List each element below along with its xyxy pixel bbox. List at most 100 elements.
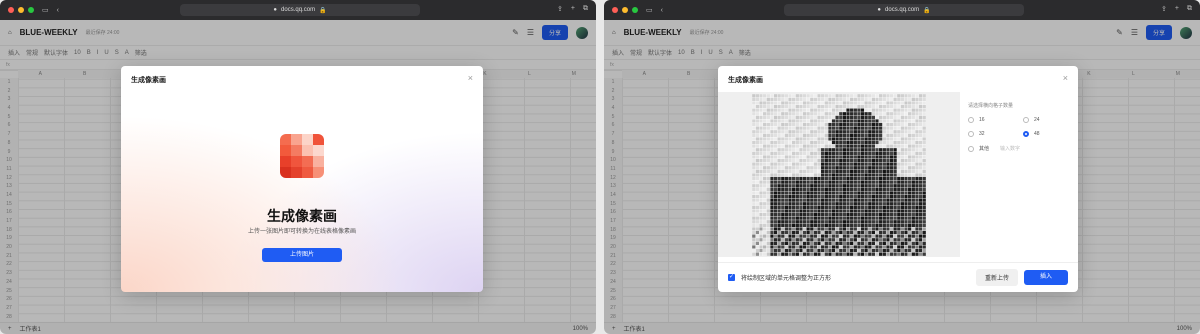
close-icon[interactable]: × (468, 73, 473, 83)
pixel-cell (788, 147, 793, 152)
sidebar-toggle-icon[interactable]: ▭ (42, 6, 49, 14)
option-16[interactable]: 16 (968, 117, 1023, 123)
pixel-cell (780, 144, 785, 149)
maximize-window-icon[interactable] (632, 7, 638, 13)
pixel-cell (809, 252, 814, 256)
pixel-cell (842, 97, 847, 102)
pixel-cell (849, 248, 854, 253)
share-icon[interactable]: ⇪ (557, 5, 563, 13)
radio-icon[interactable] (968, 131, 974, 137)
pixel-cell (755, 241, 760, 246)
pixel-cell (769, 187, 774, 192)
radio-icon[interactable] (968, 117, 974, 123)
checkbox-checked-icon[interactable]: ✓ (728, 274, 735, 281)
square-cells-label[interactable]: 将绘制区域的单元格调整为正方形 (741, 273, 831, 282)
minimize-window-icon[interactable] (18, 7, 24, 13)
pixel-cell (835, 155, 840, 159)
reupload-button[interactable]: 重新上传 (975, 269, 1018, 286)
pixel-cell (918, 158, 923, 163)
minimize-window-icon[interactable] (622, 7, 628, 13)
pixel-cell (893, 140, 898, 145)
pixel-cell (777, 234, 782, 239)
pixel-cell (788, 194, 793, 199)
pixel-cell (752, 245, 756, 249)
radio-icon[interactable] (968, 145, 974, 152)
tabs-icon[interactable]: ⧉ (1187, 5, 1192, 13)
close-icon[interactable]: × (1063, 73, 1068, 83)
option-32[interactable]: 32 (968, 131, 1023, 137)
pixel-cell (893, 144, 898, 149)
option-label: 16 (979, 117, 985, 123)
pixel-cell (846, 115, 851, 120)
pixel-cell (871, 104, 876, 109)
close-window-icon[interactable] (612, 7, 618, 13)
pixel-cell (867, 140, 872, 145)
address-bar[interactable]: ● docs.qq.com 🔒 (784, 4, 1024, 16)
share-icon[interactable]: ⇪ (1161, 5, 1167, 13)
pixel-cell (918, 126, 923, 131)
pixel-cell (900, 198, 905, 203)
pixel-cell (773, 104, 778, 109)
option-24[interactable]: 24 (1023, 117, 1068, 123)
maximize-window-icon[interactable] (28, 7, 34, 13)
pixel-cell (766, 227, 771, 231)
pixel-cell (885, 119, 890, 123)
pixel-cell (791, 230, 796, 235)
pixel-cell (889, 129, 894, 134)
radio-selected-icon[interactable] (1023, 131, 1029, 137)
pixel-cell (824, 158, 829, 163)
pixel-cell (827, 169, 832, 174)
pixel-cell (875, 183, 880, 188)
window-controls[interactable] (8, 7, 34, 13)
option-48[interactable]: 48 (1023, 131, 1068, 137)
address-bar[interactable]: ● docs.qq.com 🔒 (180, 4, 420, 16)
pixel-cell (752, 137, 756, 141)
option-other[interactable]: 其他 输入数字 (968, 145, 1068, 152)
tabs-icon[interactable]: ⧉ (583, 5, 588, 13)
back-icon[interactable]: ‹ (57, 7, 59, 14)
pixel-cell (849, 245, 854, 249)
pixel-cell (889, 241, 894, 246)
custom-size-input[interactable]: 输入数字 (1000, 145, 1020, 152)
pixel-cell (806, 119, 811, 123)
pixel-cell (867, 165, 872, 170)
pixel-cell (922, 212, 926, 217)
pixel-cell (864, 147, 869, 152)
pixel-cell (838, 137, 843, 141)
pixel-cell (784, 201, 789, 206)
pixel-cell (846, 144, 851, 149)
back-icon[interactable]: ‹ (661, 7, 663, 14)
pixel-cell (871, 223, 876, 228)
pixel-cell (849, 234, 854, 239)
pixel-cell (842, 144, 847, 149)
pixel-cell (838, 194, 843, 199)
upload-image-button[interactable]: 上传图片 (262, 248, 342, 262)
insert-button[interactable]: 插入 (1024, 270, 1068, 285)
pixel-cell (849, 155, 854, 159)
pixel-cell (885, 137, 890, 141)
pixel-cell (893, 209, 898, 213)
pixel-cell (777, 133, 782, 138)
pixel-cell (904, 133, 909, 138)
pixel-cell (838, 173, 843, 177)
pixel-cell (759, 111, 764, 116)
new-tab-icon[interactable]: + (571, 5, 575, 13)
pixel-cell (752, 111, 756, 116)
pixel-cell (798, 219, 803, 224)
new-tab-icon[interactable]: + (1175, 5, 1179, 13)
sidebar-toggle-icon[interactable]: ▭ (646, 6, 653, 14)
pixel-cell (842, 237, 847, 242)
pixel-art-dialog-settings: 生成像素画 × 请选择横向格子数量 16 24 32 48 其他 输入数字 ✓ … (718, 66, 1078, 292)
pixel-cell (809, 205, 814, 210)
window-controls[interactable] (612, 7, 638, 13)
pixel-cell (802, 144, 807, 149)
close-window-icon[interactable] (8, 7, 14, 13)
pixel-cell (882, 191, 887, 195)
radio-icon[interactable] (1023, 117, 1029, 123)
pixel-cell (752, 230, 756, 235)
pixel-cell (791, 216, 796, 221)
pixel-cell (806, 252, 811, 256)
pixel-cell (791, 147, 796, 152)
pixel-cell (773, 140, 778, 145)
pixel-cell (806, 230, 811, 235)
